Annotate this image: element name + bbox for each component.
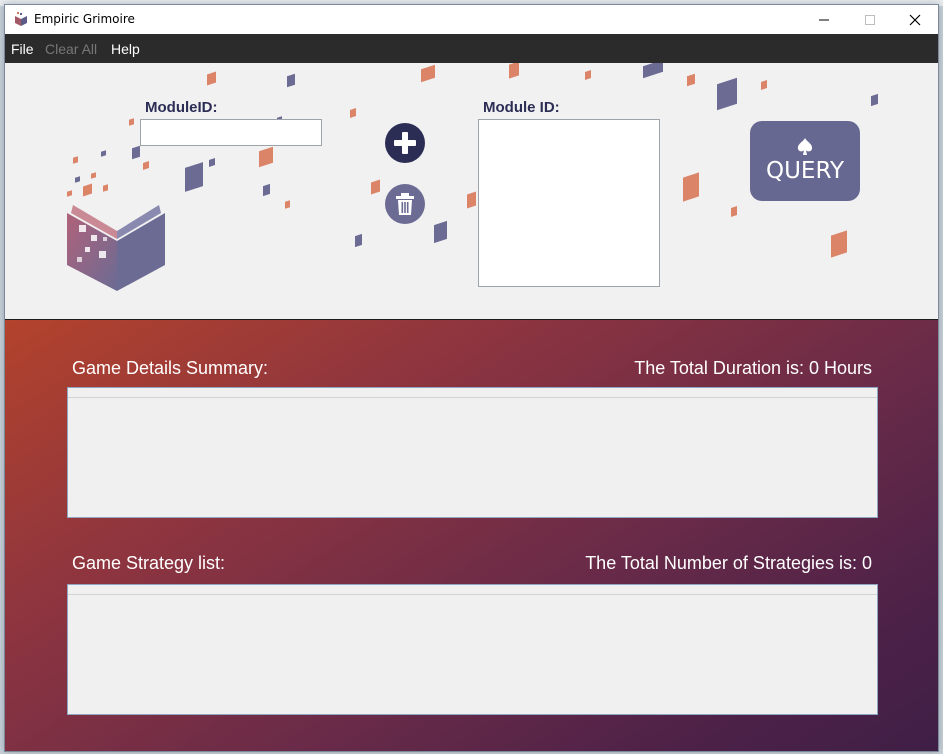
maximize-icon xyxy=(865,14,875,25)
game-strategy-table[interactable] xyxy=(67,584,878,715)
game-strategy-table-header xyxy=(68,585,877,595)
book-icon xyxy=(15,12,27,26)
header-panel: ModuleID: Module ID: QUERY xyxy=(5,63,938,319)
menu-clear-all: Clear All xyxy=(45,41,98,57)
query-button[interactable]: QUERY xyxy=(750,121,860,201)
trash-icon xyxy=(396,193,414,215)
minimize-icon xyxy=(819,19,829,20)
minimize-button[interactable] xyxy=(801,5,847,34)
menu-file[interactable]: File xyxy=(11,41,34,57)
results-panel: Game Details Summary: The Total Duration… xyxy=(5,320,938,751)
plus-icon xyxy=(394,132,416,154)
total-strategies-text: The Total Number of Strategies is: 0 xyxy=(585,553,872,573)
module-id-input-label: ModuleID: xyxy=(145,99,218,116)
close-icon xyxy=(909,14,921,25)
module-id-list-label: Module ID: xyxy=(483,99,560,116)
module-id-input[interactable] xyxy=(140,119,322,146)
menu-bar: File Clear All Help xyxy=(5,34,938,63)
spade-icon xyxy=(797,138,813,155)
grimoire-logo-icon xyxy=(67,205,165,291)
query-button-label: QUERY xyxy=(765,158,845,184)
app-window: Empiric Grimoire File Clear All Help Mod… xyxy=(4,4,939,752)
delete-module-button[interactable] xyxy=(385,184,425,224)
close-button[interactable] xyxy=(892,5,938,34)
game-details-title: Game Details Summary: xyxy=(72,358,269,378)
game-details-table-header xyxy=(68,388,877,398)
menu-help[interactable]: Help xyxy=(111,41,140,57)
maximize-button[interactable] xyxy=(847,5,893,34)
title-bar[interactable]: Empiric Grimoire xyxy=(5,5,938,34)
module-id-list[interactable] xyxy=(478,119,660,287)
add-module-button[interactable] xyxy=(385,123,425,163)
game-details-table[interactable] xyxy=(67,387,878,518)
total-duration-text: The Total Duration is: 0 Hours xyxy=(634,358,872,378)
game-strategy-title: Game Strategy list: xyxy=(72,553,226,573)
window-title: Empiric Grimoire xyxy=(34,12,135,26)
